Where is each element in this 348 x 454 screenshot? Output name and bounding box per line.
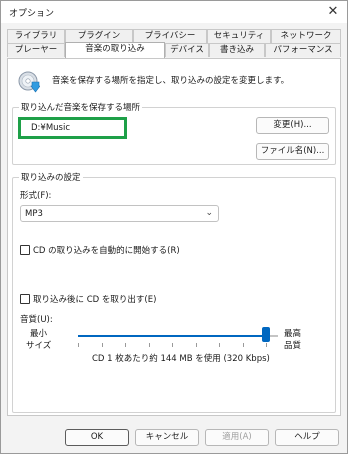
slider-tick <box>172 343 173 347</box>
tab-network[interactable]: ネットワーク <box>271 29 341 43</box>
slider-tick <box>242 343 244 347</box>
tab-devices[interactable]: デバイス <box>165 43 209 57</box>
quality-label: 音質(U): <box>20 315 53 325</box>
tab-plugins[interactable]: プラグイン <box>65 29 133 43</box>
cd-rip-icon <box>18 71 40 93</box>
quality-slider-ticks <box>78 343 267 347</box>
quality-max-label-2: 品質 <box>284 341 302 351</box>
auto-rip-label: CD の取り込みを自動的に開始する(R) <box>33 246 180 256</box>
help-button[interactable]: ヘルプ <box>275 429 339 446</box>
quality-min-label-1: 最小 <box>30 329 48 339</box>
change-location-button[interactable]: 変更(H)... <box>256 117 329 134</box>
slider-tick <box>195 343 197 347</box>
apply-button[interactable]: 適用(A) <box>205 429 269 446</box>
tab-library[interactable]: ライブラリ <box>7 29 65 43</box>
quality-slider-fill <box>78 335 266 337</box>
quality-min-label-2: サイズ <box>26 341 52 351</box>
format-label: 形式(F): <box>20 191 52 201</box>
slider-tick <box>266 343 267 347</box>
tab-burn[interactable]: 書き込み <box>209 43 265 57</box>
tab-rip-music[interactable]: 音楽の取り込み <box>65 42 165 58</box>
slider-tick <box>78 343 79 347</box>
eject-checkbox[interactable] <box>20 294 30 304</box>
eject-label: 取り込み後に CD を取り出す(E) <box>33 295 157 305</box>
options-dialog: オプション ✕ ライブラリ プラグイン プライバシー セキュリティ ネットワーク… <box>0 0 348 454</box>
quality-slider-thumb[interactable] <box>262 327 270 342</box>
cancel-button[interactable]: キャンセル <box>135 429 199 446</box>
slider-tick <box>219 343 220 347</box>
slider-tick <box>148 343 150 347</box>
header-description: 音楽を保存する場所を指定し、取り込みの設定を変更します。 <box>52 76 290 86</box>
chevron-down-icon: ⌄ <box>205 208 213 218</box>
rip-location-path-highlight: D:¥Music <box>18 117 127 139</box>
tab-privacy[interactable]: プライバシー <box>133 29 207 43</box>
tab-row-2: プレーヤー 音楽の取り込み デバイス 書き込み パフォーマンス <box>7 42 341 58</box>
close-icon[interactable]: ✕ <box>325 4 341 20</box>
auto-rip-checkbox[interactable] <box>20 245 30 255</box>
tab-panel: 音楽を保存する場所を指定し、取り込みの設定を変更します。 取り込んだ音楽を保存す… <box>7 58 341 416</box>
rip-location-path: D:¥Music <box>31 123 71 133</box>
rip-settings-label: 取り込みの設定 <box>19 171 83 183</box>
ok-button[interactable]: OK <box>65 429 129 446</box>
tab-security[interactable]: セキュリティ <box>207 29 271 43</box>
quality-max-label-1: 最高 <box>284 329 302 339</box>
tab-player[interactable]: プレーヤー <box>7 43 65 57</box>
rip-location-label: 取り込んだ音楽を保存する場所 <box>19 101 143 113</box>
file-name-button[interactable]: ファイル名(N)... <box>256 143 329 160</box>
tab-row-1: ライブラリ プラグイン プライバシー セキュリティ ネットワーク <box>7 29 341 43</box>
window-title: オプション <box>9 9 55 19</box>
format-select[interactable]: MP3 ⌄ <box>20 205 219 222</box>
format-value: MP3 <box>25 209 43 219</box>
slider-tick <box>101 343 103 347</box>
quality-usage-text: CD 1 枚あたり約 144 MB を使用 (320 Kbps) <box>92 354 270 364</box>
quality-slider-track[interactable] <box>78 335 278 337</box>
title-bar: オプション ✕ <box>1 1 347 23</box>
tab-performance[interactable]: パフォーマンス <box>265 43 341 57</box>
slider-tick <box>125 343 126 347</box>
